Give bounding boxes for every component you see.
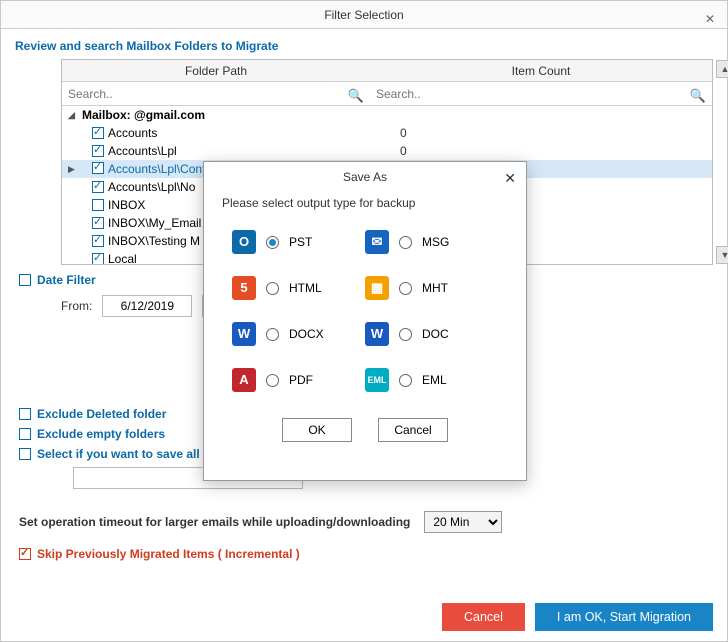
mailbox-root-row[interactable]: ◢ Mailbox: @gmail.com bbox=[62, 106, 712, 124]
row-checkbox[interactable] bbox=[92, 253, 104, 264]
mailbox-label: Mailbox: @gmail.com bbox=[82, 108, 205, 122]
row-label: INBOX\Testing M bbox=[108, 234, 200, 248]
row-label: INBOX bbox=[108, 198, 145, 212]
format-msg[interactable]: ✉MSG bbox=[365, 230, 498, 254]
format-html[interactable]: 5HTML bbox=[232, 276, 365, 300]
skip-migrated-option[interactable]: Skip Previously Migrated Items ( Increme… bbox=[19, 547, 709, 561]
format-docx[interactable]: WDOCX bbox=[232, 322, 365, 346]
close-icon[interactable]: ✕ bbox=[504, 170, 516, 187]
format-grid: OPST ✉MSG 5HTML ▦MHT WDOCX WDOC APDF EML… bbox=[204, 220, 526, 392]
row-checkbox[interactable] bbox=[92, 162, 104, 174]
row-label: Local bbox=[108, 252, 137, 264]
format-mht[interactable]: ▦MHT bbox=[365, 276, 498, 300]
html5-icon: 5 bbox=[232, 276, 256, 300]
timeout-label: Set operation timeout for larger emails … bbox=[19, 515, 410, 529]
row-checkbox[interactable] bbox=[92, 181, 104, 193]
grid-search-row: 🔍 🔍 bbox=[62, 82, 712, 106]
exclude-empty-checkbox[interactable] bbox=[19, 428, 31, 440]
radio-mht[interactable] bbox=[399, 282, 412, 295]
section-header: Review and search Mailbox Folders to Mig… bbox=[1, 29, 727, 59]
from-date-input[interactable] bbox=[102, 295, 192, 317]
radio-pdf[interactable] bbox=[266, 374, 279, 387]
eml-icon: EML bbox=[365, 368, 389, 392]
scroll-up-button[interactable]: ▲ bbox=[716, 60, 728, 78]
radio-docx[interactable] bbox=[266, 328, 279, 341]
exclude-deleted-checkbox[interactable] bbox=[19, 408, 31, 420]
mht-icon: ▦ bbox=[365, 276, 389, 300]
row-count: 0 bbox=[400, 144, 712, 158]
format-eml[interactable]: EMLEML bbox=[365, 368, 498, 392]
close-icon[interactable]: ✕ bbox=[701, 5, 719, 23]
radio-doc[interactable] bbox=[399, 328, 412, 341]
row-checkbox[interactable] bbox=[92, 235, 104, 247]
row-label: Accounts\Lpl\No bbox=[108, 180, 195, 194]
dialog-subtitle: Please select output type for backup bbox=[204, 192, 526, 220]
col-folder-path: Folder Path bbox=[62, 64, 370, 78]
row-count: 0 bbox=[400, 126, 712, 140]
radio-eml[interactable] bbox=[399, 374, 412, 387]
from-label: From: bbox=[61, 299, 92, 313]
start-migration-button[interactable]: I am OK, Start Migration bbox=[535, 603, 713, 631]
format-doc[interactable]: WDOC bbox=[365, 322, 498, 346]
table-row[interactable]: Accounts 0 bbox=[62, 124, 712, 142]
table-row[interactable]: Accounts\Lpl 0 bbox=[62, 142, 712, 160]
row-checkbox[interactable] bbox=[92, 217, 104, 229]
row-label: INBOX\My_Email bbox=[108, 216, 201, 230]
timeout-select[interactable]: 20 Min bbox=[424, 511, 502, 533]
format-pst[interactable]: OPST bbox=[232, 230, 365, 254]
window-title: Filter Selection bbox=[1, 1, 727, 29]
radio-html[interactable] bbox=[266, 282, 279, 295]
word-icon: W bbox=[232, 322, 256, 346]
save-all-label: Select if you want to save all dat bbox=[37, 447, 221, 461]
search-folder-input[interactable] bbox=[62, 85, 370, 103]
dialog-title: Save As ✕ bbox=[204, 162, 526, 192]
ok-button[interactable]: OK bbox=[282, 418, 352, 442]
footer: Cancel I am OK, Start Migration bbox=[442, 603, 713, 631]
collapse-icon[interactable]: ◢ bbox=[68, 110, 78, 121]
scroll-down-button[interactable]: ▼ bbox=[716, 246, 728, 264]
word-icon: W bbox=[365, 322, 389, 346]
skip-checkbox[interactable] bbox=[19, 548, 31, 560]
row-label: Accounts bbox=[108, 126, 157, 140]
expand-icon[interactable]: ▶ bbox=[68, 164, 78, 175]
row-checkbox[interactable] bbox=[92, 199, 104, 211]
dialog-footer: OK Cancel bbox=[204, 418, 526, 442]
cancel-button[interactable]: Cancel bbox=[442, 603, 525, 631]
skip-label: Skip Previously Migrated Items ( Increme… bbox=[37, 547, 300, 561]
timeout-row: Set operation timeout for larger emails … bbox=[19, 511, 709, 533]
radio-msg[interactable] bbox=[399, 236, 412, 249]
pdf-icon: A bbox=[232, 368, 256, 392]
format-pdf[interactable]: APDF bbox=[232, 368, 365, 392]
row-checkbox[interactable] bbox=[92, 127, 104, 139]
exclude-deleted-label: Exclude Deleted folder bbox=[37, 407, 166, 421]
titlebar: Filter Selection ✕ bbox=[1, 1, 727, 29]
search-count-input[interactable] bbox=[370, 85, 712, 103]
envelope-icon: ✉ bbox=[365, 230, 389, 254]
search-icon[interactable]: 🔍 bbox=[690, 88, 706, 104]
cancel-button[interactable]: Cancel bbox=[378, 418, 448, 442]
outlook-icon: O bbox=[232, 230, 256, 254]
grid-header: Folder Path Item Count bbox=[62, 60, 712, 82]
row-checkbox[interactable] bbox=[92, 145, 104, 157]
col-item-count: Item Count bbox=[370, 64, 712, 78]
save-all-checkbox[interactable] bbox=[19, 448, 31, 460]
radio-pst[interactable] bbox=[266, 236, 279, 249]
search-icon[interactable]: 🔍 bbox=[348, 88, 364, 104]
row-label: Accounts\Lpl bbox=[108, 144, 177, 158]
date-filter-checkbox[interactable] bbox=[19, 274, 31, 286]
exclude-empty-label: Exclude empty folders bbox=[37, 427, 165, 441]
date-filter-label: Date Filter bbox=[37, 273, 96, 287]
save-as-dialog: Save As ✕ Please select output type for … bbox=[203, 161, 527, 481]
